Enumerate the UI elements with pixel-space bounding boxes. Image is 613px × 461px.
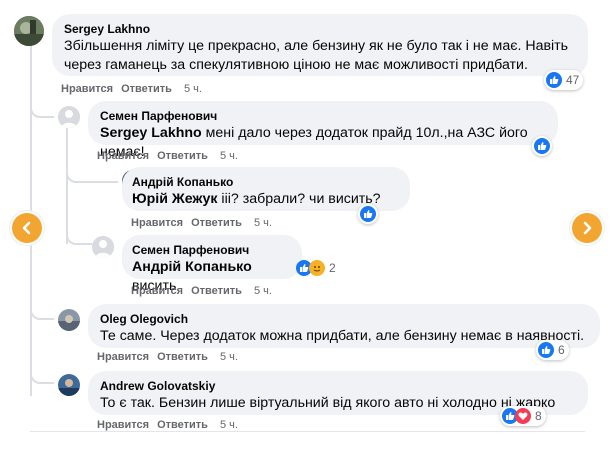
thread-connector bbox=[66, 163, 118, 183]
comment-actions: Нравится Ответить 5 ч. bbox=[61, 82, 202, 96]
love-icon bbox=[515, 408, 531, 424]
chevron-left-icon bbox=[22, 221, 31, 235]
comment-bubble: Oleg Olegovich Те саме. Через додаток мо… bbox=[88, 304, 600, 348]
like-icon bbox=[360, 206, 376, 222]
prev-button[interactable] bbox=[10, 211, 44, 245]
comment-actions: Нравится Ответить 5 ч. bbox=[131, 216, 272, 230]
timestamp[interactable]: 5 ч. bbox=[220, 150, 238, 162]
comment-bubble: Sergey Lakhno Збільшення ліміту це прекр… bbox=[52, 14, 588, 76]
like-link[interactable]: Нравится bbox=[131, 285, 183, 297]
thread-connector bbox=[66, 225, 92, 245]
comment-text-line: через гаманець за спекулятивною ціною не… bbox=[64, 57, 528, 73]
timestamp[interactable]: 5 ч. bbox=[254, 217, 272, 229]
reaction-summary[interactable] bbox=[358, 204, 378, 224]
avatar[interactable] bbox=[58, 309, 80, 331]
reply-link[interactable]: Ответить bbox=[191, 285, 242, 297]
like-link[interactable]: Нравится bbox=[131, 217, 183, 229]
comment-author[interactable]: Семен Парфенович bbox=[132, 242, 290, 258]
comment-author[interactable]: Oleg Olegovich bbox=[100, 311, 588, 327]
reaction-count: 6 bbox=[558, 343, 565, 357]
avatar[interactable] bbox=[58, 106, 80, 128]
timestamp[interactable]: 5 ч. bbox=[220, 419, 238, 431]
thread-connector bbox=[30, 362, 54, 384]
timestamp[interactable]: 5 ч. bbox=[184, 83, 202, 95]
like-icon bbox=[534, 138, 550, 154]
thread-connector bbox=[30, 96, 54, 118]
comment-text-line: Збільшення ліміту це прекрасно, але бенз… bbox=[64, 38, 569, 54]
reaction-count: 2 bbox=[329, 261, 336, 275]
comment-text: Юрій Жежук ііі? забрали? чи висить? bbox=[132, 190, 398, 209]
comment-author[interactable]: Семен Парфенович bbox=[100, 108, 546, 124]
comment-bubble: Семен Парфенович Sergey Lakhno мені дало… bbox=[88, 101, 558, 160]
mention-link[interactable]: Sergey Lakhno bbox=[100, 125, 202, 141]
comments-panel: Sergey Lakhno Збільшення ліміту це прекр… bbox=[14, 0, 600, 432]
comment-author[interactable]: Андрій Копанько bbox=[132, 174, 398, 190]
reaction-count: 8 bbox=[535, 409, 542, 423]
comment-actions: Нравится Ответить 5 ч. bbox=[97, 350, 238, 364]
timestamp[interactable]: 5 ч. bbox=[220, 351, 238, 363]
reply-link[interactable]: Ответить bbox=[157, 150, 208, 162]
reply-link[interactable]: Ответить bbox=[157, 351, 208, 363]
avatar[interactable] bbox=[92, 236, 114, 258]
comment-body: ііі? забрали? чи висить? bbox=[217, 191, 381, 207]
like-icon bbox=[538, 342, 554, 358]
comment-author[interactable]: Andrew Golovatskiy bbox=[100, 378, 576, 394]
avatar[interactable] bbox=[14, 16, 44, 46]
reaction-summary[interactable]: 6 bbox=[536, 340, 569, 360]
comment-actions: Нравится Ответить 5 ч. bbox=[97, 149, 238, 163]
mention-link[interactable]: Андрій Копанько bbox=[132, 259, 252, 275]
like-link[interactable]: Нравится bbox=[97, 351, 149, 363]
like-link[interactable]: Нравится bbox=[97, 419, 149, 431]
reply-link[interactable]: Ответить bbox=[121, 83, 172, 95]
comment-actions: Нравится Ответить 5 ч. bbox=[131, 284, 272, 298]
like-link[interactable]: Нравится bbox=[61, 83, 113, 95]
reaction-summary[interactable]: 8 bbox=[500, 406, 546, 426]
mention-link[interactable]: Юрій Жежук bbox=[132, 191, 217, 207]
reaction-summary[interactable]: 47 bbox=[544, 70, 584, 90]
care-icon bbox=[309, 260, 325, 276]
reply-link[interactable]: Ответить bbox=[191, 217, 242, 229]
reaction-summary[interactable] bbox=[532, 136, 552, 156]
comment-author[interactable]: Sergey Lakhno bbox=[64, 21, 576, 37]
comment-bubble: Семен Парфенович Андрій Копанько висить bbox=[122, 235, 302, 294]
next-button[interactable] bbox=[570, 211, 604, 245]
reaction-summary[interactable]: 2 bbox=[294, 258, 340, 278]
like-icon bbox=[546, 72, 562, 88]
reaction-count: 47 bbox=[566, 73, 580, 87]
chevron-right-icon bbox=[583, 221, 592, 235]
avatar[interactable] bbox=[58, 374, 80, 396]
thread-connector bbox=[30, 300, 54, 320]
comment-actions: Нравится Ответить 5 ч. bbox=[97, 418, 238, 432]
timestamp[interactable]: 5 ч. bbox=[254, 285, 272, 297]
like-link[interactable]: Нравится bbox=[97, 150, 149, 162]
comment-text: Те саме. Через додаток можна придбати, а… bbox=[100, 328, 585, 344]
reply-link[interactable]: Ответить bbox=[157, 419, 208, 431]
